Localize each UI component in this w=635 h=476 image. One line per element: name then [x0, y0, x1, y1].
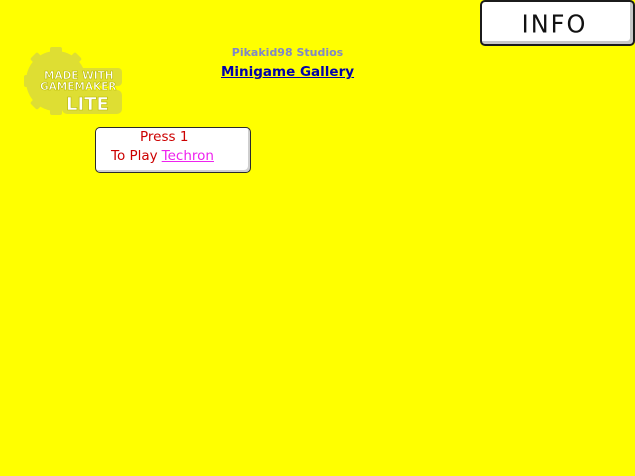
play-line: To Play Techron — [111, 148, 214, 164]
logo-line3: LITE — [66, 94, 109, 115]
info-button[interactable]: INFO — [480, 0, 635, 46]
to-play-label: To Play — [111, 148, 158, 164]
info-button-label: INFO — [521, 9, 588, 39]
game-entry-techron[interactable]: Press 1 To Play Techron — [95, 127, 251, 173]
logo-line2: GAMEMAKER — [40, 81, 116, 93]
game-link-techron[interactable]: Techron — [162, 148, 214, 164]
press-key-prompt: Press 1 — [140, 129, 189, 145]
gamemaker-lite-logo: MADE WITH GAMEMAKER LITE — [24, 47, 122, 115]
